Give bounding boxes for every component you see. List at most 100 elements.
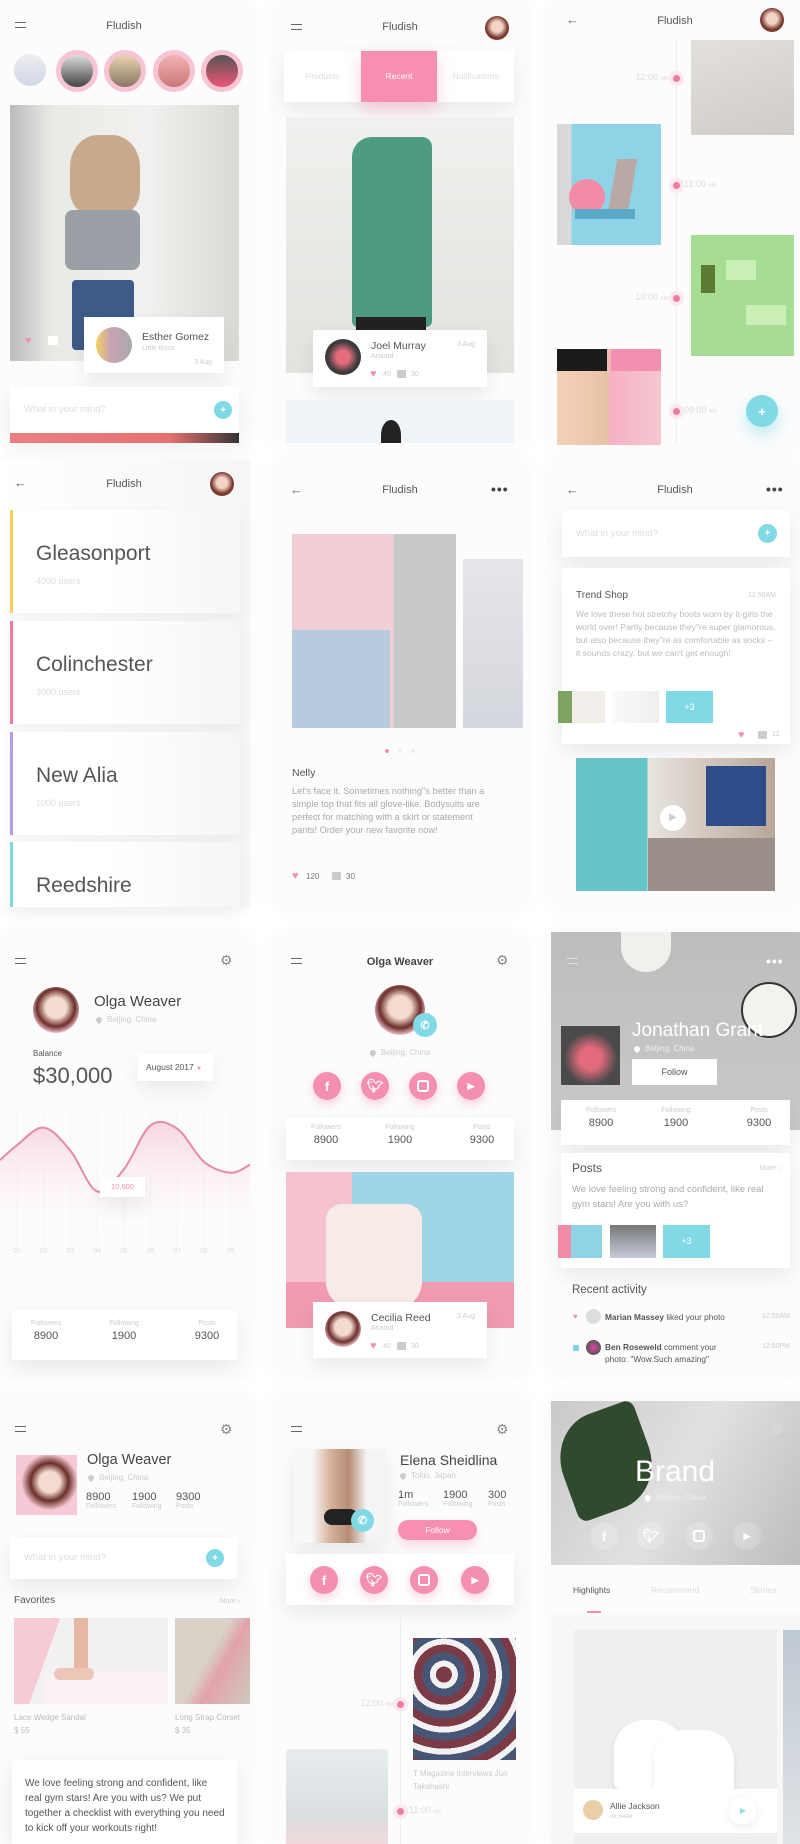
stat-followers[interactable]: Followers 8900 bbox=[16, 1320, 76, 1342]
timeline-photo[interactable] bbox=[557, 349, 661, 445]
composer-input[interactable]: What in your mind? bbox=[576, 528, 658, 539]
highlight-card[interactable]: Allie Jackson 09:34AM ▶ bbox=[574, 1630, 777, 1844]
stat-posts[interactable]: Posts 9300 bbox=[177, 1320, 237, 1342]
back-arrow-icon[interactable]: ← bbox=[290, 483, 303, 496]
tab-recommend[interactable]: Recommend bbox=[651, 1585, 699, 1595]
post-card[interactable]: Trend Shop 12:50AM We love these hot str… bbox=[558, 568, 790, 744]
period-dropdown[interactable]: August 2017 ▼ bbox=[138, 1053, 213, 1081]
user-avatar[interactable] bbox=[210, 472, 234, 496]
more-options-icon[interactable]: ••• bbox=[491, 482, 509, 496]
story-avatar[interactable] bbox=[153, 50, 195, 92]
stat-followers[interactable]: 8900 Followers bbox=[86, 1491, 116, 1510]
back-arrow-icon[interactable]: ← bbox=[566, 13, 579, 26]
store-video[interactable]: ▶ bbox=[576, 758, 775, 891]
city-item[interactable]: New Alia 1000 users bbox=[10, 732, 240, 835]
composer[interactable]: What in your mind? + bbox=[10, 1537, 237, 1579]
timeline-photo[interactable] bbox=[691, 40, 794, 135]
play-button[interactable]: ▶ bbox=[729, 1797, 757, 1825]
like-icon[interactable]: ♥ bbox=[25, 336, 32, 347]
menu-icon[interactable] bbox=[291, 1426, 302, 1432]
comment-icon[interactable] bbox=[758, 731, 767, 739]
settings-gear-icon[interactable]: ⚙ bbox=[496, 953, 509, 967]
more-options-icon[interactable]: ••• bbox=[766, 954, 784, 968]
stat-following[interactable]: Following 1900 bbox=[94, 1320, 154, 1342]
timeline-photo[interactable] bbox=[286, 1749, 388, 1844]
stat-followers[interactable]: Followers 8900 bbox=[571, 1107, 631, 1129]
more-photos-button[interactable]: +3 bbox=[663, 1225, 710, 1258]
youtube-icon[interactable]: ▶ bbox=[457, 1072, 485, 1100]
post-card[interactable]: Joel Murray Around 3 Aug ♥ 40 30 bbox=[313, 330, 487, 387]
post-card[interactable]: Cecilia Reed Around 3 Aug ♥ 40 30 bbox=[313, 1302, 487, 1358]
add-post-button[interactable]: + bbox=[758, 524, 777, 543]
add-post-button[interactable]: + bbox=[206, 1549, 224, 1567]
composer-input[interactable]: What in your mind? bbox=[24, 404, 106, 415]
more-options-icon[interactable]: ••• bbox=[766, 482, 784, 496]
user-avatar[interactable] bbox=[760, 8, 784, 32]
story-avatar[interactable] bbox=[201, 50, 243, 92]
call-button[interactable]: ✆ bbox=[351, 1509, 374, 1532]
pager-dot[interactable] bbox=[398, 749, 402, 753]
stat-following[interactable]: Following 1900 bbox=[370, 1124, 430, 1146]
like-icon[interactable]: ♥ bbox=[370, 1341, 377, 1352]
settings-gear-icon[interactable]: ⚙ bbox=[771, 1422, 784, 1436]
play-button[interactable]: ▶ bbox=[660, 805, 686, 831]
city-item[interactable]: Colinchester 3000 users bbox=[10, 621, 240, 724]
instagram-icon[interactable] bbox=[410, 1566, 438, 1594]
stat-posts[interactable]: Posts 9300 bbox=[452, 1124, 512, 1146]
comment-icon[interactable] bbox=[332, 872, 341, 880]
timeline-photo[interactable] bbox=[413, 1638, 516, 1760]
tab-notifications[interactable]: Notifications bbox=[437, 51, 514, 102]
tab-highlights[interactable]: Highlights bbox=[573, 1585, 610, 1595]
stat-posts[interactable]: Posts 9300 bbox=[729, 1107, 789, 1129]
back-arrow-icon[interactable]: ← bbox=[566, 483, 579, 496]
activity-item[interactable]: Ben Roseweld comment your photo: "Wow.Su… bbox=[605, 1341, 735, 1365]
instagram-icon[interactable] bbox=[685, 1522, 713, 1550]
post-thumb[interactable] bbox=[558, 691, 605, 723]
gallery-photo[interactable] bbox=[463, 559, 523, 728]
stat-following[interactable]: 1900 Following bbox=[443, 1489, 473, 1508]
composer[interactable]: What in your mind? + bbox=[10, 387, 239, 433]
activity-avatar[interactable] bbox=[586, 1309, 601, 1324]
menu-icon[interactable] bbox=[15, 22, 26, 28]
facebook-icon[interactable]: f bbox=[310, 1566, 338, 1594]
city-item[interactable]: Gleasonport 4000 users bbox=[10, 510, 240, 613]
highlight-card[interactable] bbox=[783, 1630, 800, 1844]
tab-recent[interactable]: Recent bbox=[360, 51, 438, 102]
settings-gear-icon[interactable]: ⚙ bbox=[220, 1422, 233, 1436]
follow-button[interactable]: Follow bbox=[632, 1059, 717, 1085]
call-button[interactable]: ✆ bbox=[413, 1013, 437, 1037]
twitter-icon[interactable]: 🐦︎ bbox=[637, 1522, 665, 1550]
youtube-icon[interactable]: ▶ bbox=[733, 1522, 761, 1550]
follow-button[interactable]: Follow bbox=[398, 1520, 477, 1540]
favorite-item-image[interactable] bbox=[175, 1618, 250, 1704]
facebook-icon[interactable]: f bbox=[313, 1072, 341, 1100]
menu-icon[interactable] bbox=[567, 958, 578, 964]
twitter-icon[interactable]: 🐦︎ bbox=[361, 1072, 389, 1100]
stat-followers[interactable]: Followers 8900 bbox=[296, 1124, 356, 1146]
post-thumb[interactable] bbox=[558, 1225, 602, 1258]
author-card[interactable]: Esther Gomez Little Boss 3 Aug bbox=[84, 317, 224, 373]
settings-gear-icon[interactable]: ⚙ bbox=[496, 1422, 509, 1436]
next-post-photo[interactable] bbox=[286, 400, 514, 443]
menu-icon[interactable] bbox=[15, 958, 26, 964]
post-thumb[interactable] bbox=[610, 1225, 656, 1258]
comment-icon[interactable] bbox=[397, 370, 406, 378]
comment-icon[interactable] bbox=[48, 336, 58, 345]
timeline-photo[interactable] bbox=[691, 235, 794, 356]
stat-following[interactable]: 1900 Following bbox=[132, 1491, 162, 1510]
pager-dot[interactable] bbox=[411, 749, 415, 753]
timeline-photo[interactable] bbox=[557, 124, 661, 245]
menu-icon[interactable] bbox=[291, 958, 302, 964]
post-thumb[interactable] bbox=[612, 691, 659, 723]
like-icon[interactable]: ♥ bbox=[738, 730, 745, 741]
story-avatar[interactable] bbox=[104, 50, 146, 92]
composer[interactable]: What in your mind? + bbox=[562, 510, 790, 557]
stat-posts[interactable]: 300 Posts bbox=[488, 1489, 506, 1508]
menu-icon[interactable] bbox=[291, 24, 302, 30]
facebook-icon[interactable]: f bbox=[590, 1522, 618, 1550]
instagram-icon[interactable] bbox=[409, 1072, 437, 1100]
back-arrow-icon[interactable]: ← bbox=[14, 476, 27, 489]
like-icon[interactable]: ♥ bbox=[370, 369, 377, 380]
stat-posts[interactable]: 9300 Posts bbox=[176, 1491, 200, 1510]
posts-more-link[interactable]: More › bbox=[760, 1165, 780, 1172]
